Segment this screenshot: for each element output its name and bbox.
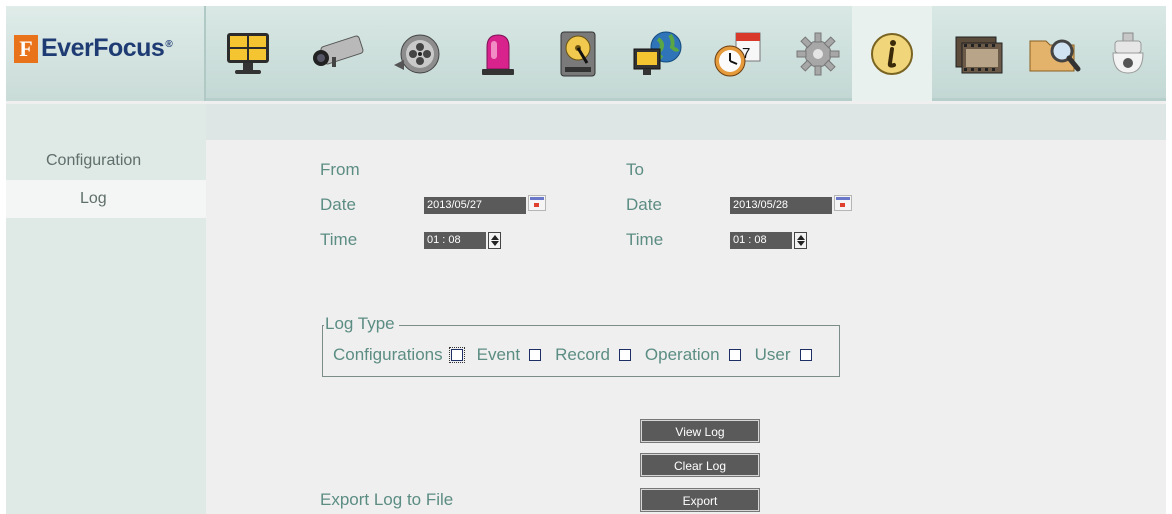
log-type-record-checkbox[interactable]: [618, 349, 631, 361]
from-date-field[interactable]: 2013/05/27: [424, 197, 526, 214]
ptz-dome-camera-icon[interactable]: [1088, 6, 1168, 101]
everfocus-logo: F EverFocus®: [14, 34, 173, 63]
log-type-event-checkbox[interactable]: [529, 349, 542, 361]
left-navigation: Configuration Log: [6, 104, 206, 514]
film-backup-icon[interactable]: [938, 6, 1018, 101]
logo-mark: F: [14, 34, 38, 63]
schedule-calendar-clock-icon[interactable]: 7: [698, 6, 778, 101]
log-type-configurations-checkbox[interactable]: [448, 347, 465, 363]
export-button[interactable]: Export: [641, 489, 759, 511]
to-date-label: Date: [626, 195, 662, 214]
settings-gear-icon[interactable]: [778, 6, 858, 101]
log-type-user-checkbox[interactable]: [799, 349, 812, 361]
view-log-button[interactable]: View Log: [641, 420, 759, 442]
camera-icon[interactable]: [298, 6, 378, 101]
log-type-options: Configurations Event Record Operation Us…: [333, 345, 812, 365]
sidebar-item-configuration[interactable]: Configuration: [6, 142, 206, 180]
log-type-configurations-label: Configurations: [333, 345, 443, 364]
hard-disk-icon[interactable]: [538, 6, 618, 101]
to-time-label: Time: [626, 230, 664, 249]
header-bar: F EverFocus® 7: [6, 6, 1166, 101]
to-calendar-icon[interactable]: [834, 195, 852, 211]
log-panel: From To Date 2013/05/27 Date 2013/05/28 …: [206, 140, 1166, 514]
log-type-operation-checkbox[interactable]: [728, 349, 741, 361]
to-date-field[interactable]: 2013/05/28: [730, 197, 832, 214]
live-view-icon[interactable]: [208, 6, 288, 101]
folder-search-icon[interactable]: [1014, 6, 1094, 101]
log-type-operation-label: Operation: [644, 345, 720, 364]
network-globe-icon[interactable]: [618, 6, 698, 101]
to-label: To: [626, 160, 644, 179]
from-time-field[interactable]: 01 : 08: [424, 232, 486, 249]
from-calendar-icon[interactable]: [528, 195, 546, 211]
from-time-label: Time: [320, 230, 358, 249]
to-time-field[interactable]: 01 : 08: [730, 232, 792, 249]
alarm-beacon-icon[interactable]: [458, 6, 538, 101]
from-time-spinner[interactable]: [488, 232, 501, 249]
playback-reel-icon[interactable]: [378, 6, 458, 101]
log-type-user-label: User: [754, 345, 791, 364]
export-log-label: Export Log to File: [320, 490, 454, 509]
log-type-event-label: Event: [476, 345, 521, 364]
clear-log-button[interactable]: Clear Log: [641, 454, 759, 476]
information-icon[interactable]: [852, 6, 932, 101]
to-time-spinner[interactable]: [794, 232, 807, 249]
app-window: F EverFocus® 7 Configuration Log From To…: [6, 6, 1166, 514]
log-type-record-label: Record: [555, 345, 610, 364]
log-type-legend: Log Type: [324, 314, 399, 334]
from-date-label: Date: [320, 195, 356, 214]
content-header-strip: [206, 104, 1166, 140]
sidebar-item-log[interactable]: Log: [6, 180, 206, 218]
logo-text: EverFocus®: [41, 34, 173, 62]
from-label: From: [320, 160, 360, 179]
logo-area: F EverFocus®: [6, 6, 206, 101]
